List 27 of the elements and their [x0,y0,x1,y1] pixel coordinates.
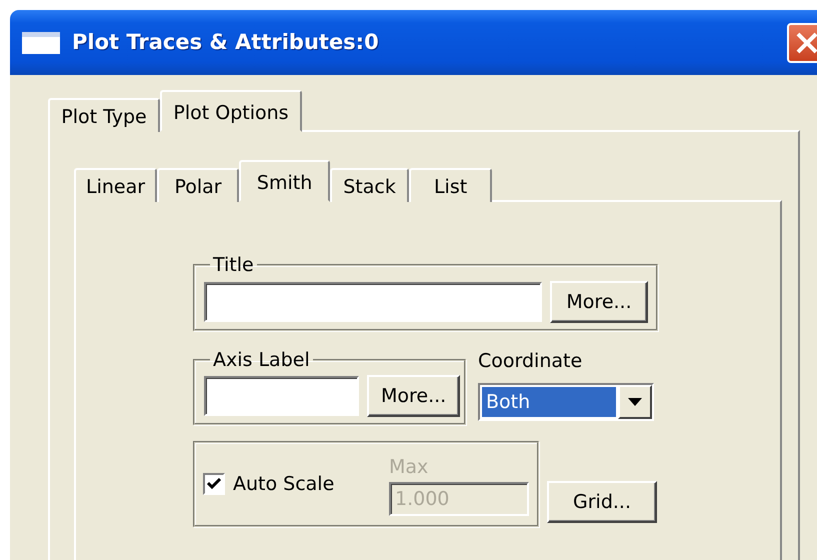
window-title: Plot Traces & Attributes:0 [72,28,379,56]
coordinate-label: Coordinate [478,348,584,374]
tab[interactable]: Stack [330,168,410,202]
grid-button[interactable]: Grid... [547,481,657,524]
title-field[interactable] [204,282,542,322]
checkbox[interactable] [203,473,225,496]
tab[interactable]: Polar [157,168,240,202]
check-icon [207,478,221,490]
max-label: Max [389,455,430,480]
coordinate-dropdown[interactable]: Both [478,383,654,422]
close-button[interactable] [787,22,817,62]
axis-label-field[interactable] [204,376,359,416]
window-icon [22,32,60,54]
caret-icon [628,398,642,406]
tab[interactable]: List [409,168,492,202]
checkbox-label: Auto Scale [233,472,334,498]
group-label: Axis Label [212,348,311,372]
dropdown-button[interactable] [618,385,652,420]
more-button[interactable]: More... [550,280,648,323]
close-icon [795,30,817,54]
selected-value: Both [482,387,616,418]
tab[interactable]: Linear [74,168,158,202]
more-button[interactable]: More... [367,375,460,418]
tab[interactable]: Plot Type [48,98,160,132]
tab[interactable]: Plot Options [160,90,302,132]
group-label: Title [212,254,255,277]
tab[interactable]: Smith [239,160,330,202]
